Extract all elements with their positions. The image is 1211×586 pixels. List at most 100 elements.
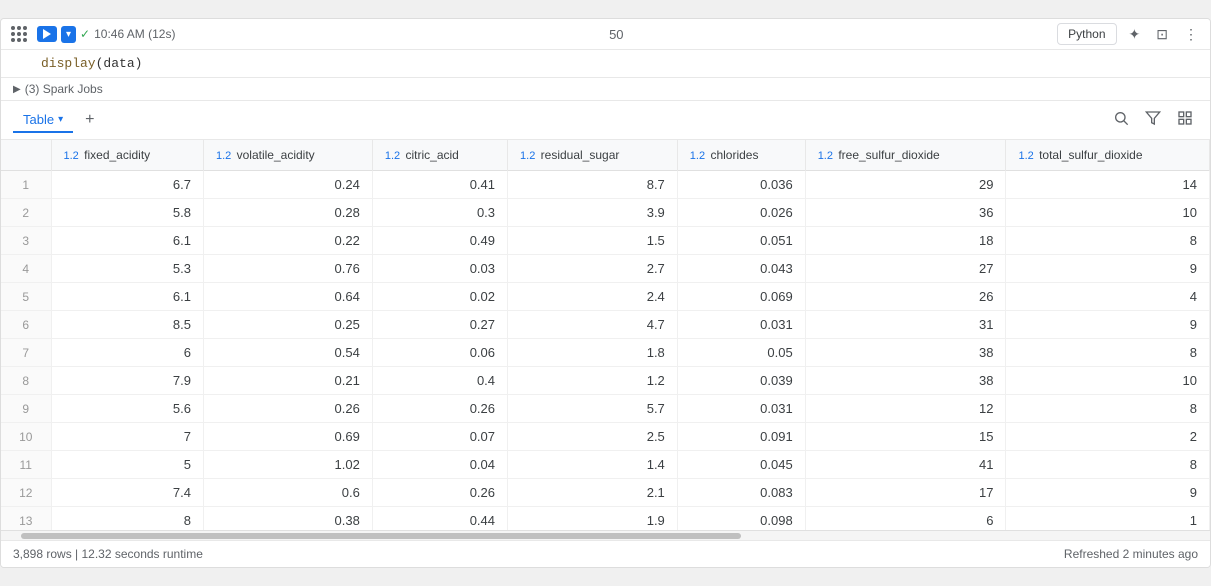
data-cell: 0.38: [203, 507, 372, 531]
data-cell: 5.7: [508, 395, 678, 423]
cell-toolbar: ▾ ✓ 10:46 AM (12s) 50 Python ✦ ⊡ ⋮: [1, 19, 1210, 50]
type-badge-residual-sugar: 1.2: [520, 150, 535, 162]
data-cell: 5.3: [51, 255, 203, 283]
col-header-chlorides[interactable]: 1.2 chlorides: [677, 140, 805, 171]
row-num-cell: 9: [1, 395, 51, 423]
data-cell: 0.22: [203, 227, 372, 255]
data-cell: 27: [805, 255, 1006, 283]
data-cell: 6: [805, 507, 1006, 531]
python-button[interactable]: Python: [1057, 23, 1116, 45]
row-num-header: [1, 140, 51, 171]
data-cell: 0.26: [203, 395, 372, 423]
table-row: 1380.380.441.90.09861: [1, 507, 1210, 531]
data-cell: 0.04: [372, 451, 507, 479]
cell-footer: 3,898 rows | 12.32 seconds runtime Refre…: [1, 540, 1210, 567]
scroll-thumb[interactable]: [21, 533, 741, 539]
spark-jobs-row[interactable]: ▶ (3) Spark Jobs: [1, 78, 1210, 101]
data-cell: 26: [805, 283, 1006, 311]
col-label-volatile-acidity: volatile_acidity: [237, 148, 315, 162]
data-cell: 0.03: [372, 255, 507, 283]
data-cell: 0.051: [677, 227, 805, 255]
data-cell: 0.036: [677, 171, 805, 199]
col-header-citric-acid[interactable]: 1.2 citric_acid: [372, 140, 507, 171]
code-content: display(data): [41, 56, 142, 71]
col-label-free-sulfur: free_sulfur_dioxide: [838, 148, 939, 162]
data-cell: 1.02: [203, 451, 372, 479]
status-time: 10:46 AM (12s): [94, 27, 175, 41]
data-cell: 0.07: [372, 423, 507, 451]
search-button[interactable]: [1108, 107, 1134, 133]
type-badge-free-sulfur: 1.2: [818, 150, 833, 162]
data-cell: 0.21: [203, 367, 372, 395]
data-cell: 1: [1006, 507, 1210, 531]
data-cell: 0.026: [677, 199, 805, 227]
data-cell: 9: [1006, 255, 1210, 283]
type-badge-volatile-acidity: 1.2: [216, 150, 231, 162]
table-row: 95.60.260.265.70.031128: [1, 395, 1210, 423]
data-cell: 9: [1006, 311, 1210, 339]
expand-button[interactable]: ⊡: [1152, 24, 1172, 45]
add-tab-button[interactable]: +: [81, 111, 98, 129]
layout-button[interactable]: [1172, 107, 1198, 133]
grid-menu-icon[interactable]: [9, 24, 29, 44]
function-name: display: [41, 56, 96, 71]
table-row: 1151.020.041.40.045418: [1, 451, 1210, 479]
table-row: 1070.690.072.50.091152: [1, 423, 1210, 451]
table-row: 16.70.240.418.70.0362914: [1, 171, 1210, 199]
table-tab[interactable]: Table ▾: [13, 108, 73, 133]
table-row: 25.80.280.33.90.0263610: [1, 199, 1210, 227]
data-cell: 0.3: [372, 199, 507, 227]
col-header-free-sulfur[interactable]: 1.2 free_sulfur_dioxide: [805, 140, 1006, 171]
data-cell: 1.8: [508, 339, 678, 367]
data-cell: 1.4: [508, 451, 678, 479]
data-cell: 4: [1006, 283, 1210, 311]
col-header-residual-sugar[interactable]: 1.2 residual_sugar: [508, 140, 678, 171]
data-cell: 10: [1006, 199, 1210, 227]
col-header-total-sulfur[interactable]: 1.2 total_sulfur_dioxide: [1006, 140, 1210, 171]
more-options-button[interactable]: ⋮: [1180, 24, 1202, 45]
row-num-cell: 5: [1, 283, 51, 311]
data-cell: 0.4: [372, 367, 507, 395]
code-parens: (data): [96, 56, 143, 71]
notebook-cell: ▾ ✓ 10:46 AM (12s) 50 Python ✦ ⊡ ⋮ displ…: [0, 18, 1211, 568]
data-cell: 0.41: [372, 171, 507, 199]
data-cell: 2.4: [508, 283, 678, 311]
table-tab-label: Table: [23, 112, 54, 127]
rows-info: 3,898 rows | 12.32 seconds runtime: [13, 547, 203, 561]
col-label-total-sulfur: total_sulfur_dioxide: [1039, 148, 1142, 162]
col-header-fixed-acidity[interactable]: 1.2 fixed_acidity: [51, 140, 203, 171]
data-cell: 0.045: [677, 451, 805, 479]
cell-number: 50: [609, 27, 623, 42]
data-cell: 0.091: [677, 423, 805, 451]
table-row: 56.10.640.022.40.069264: [1, 283, 1210, 311]
play-icon: [43, 29, 51, 39]
sparkle-icon-button[interactable]: ✦: [1125, 24, 1145, 45]
col-label-chlorides: chlorides: [710, 148, 758, 162]
data-cell: 38: [805, 339, 1006, 367]
data-cell: 15: [805, 423, 1006, 451]
data-table: 1.2 fixed_acidity 1.2 volatile_acidity 1…: [1, 140, 1210, 530]
data-cell: 0.05: [677, 339, 805, 367]
data-cell: 3.9: [508, 199, 678, 227]
data-cell: 8: [51, 507, 203, 531]
run-button[interactable]: [37, 26, 57, 42]
row-num-cell: 13: [1, 507, 51, 531]
run-options-button[interactable]: ▾: [61, 26, 76, 43]
filter-button[interactable]: [1140, 107, 1166, 133]
col-label-residual-sugar: residual_sugar: [541, 148, 620, 162]
data-cell: 6: [51, 339, 203, 367]
row-num-cell: 11: [1, 451, 51, 479]
data-cell: 18: [805, 227, 1006, 255]
table-row: 68.50.250.274.70.031319: [1, 311, 1210, 339]
data-cell: 0.6: [203, 479, 372, 507]
table-body: 16.70.240.418.70.036291425.80.280.33.90.…: [1, 171, 1210, 531]
data-cell: 5.6: [51, 395, 203, 423]
row-num-cell: 2: [1, 199, 51, 227]
table-toolbar: Table ▾ +: [1, 101, 1210, 140]
data-cell: 0.25: [203, 311, 372, 339]
type-badge-chlorides: 1.2: [690, 150, 705, 162]
horizontal-scrollbar[interactable]: [1, 530, 1210, 540]
row-num-cell: 10: [1, 423, 51, 451]
col-header-volatile-acidity[interactable]: 1.2 volatile_acidity: [203, 140, 372, 171]
table-row: 87.90.210.41.20.0393810: [1, 367, 1210, 395]
